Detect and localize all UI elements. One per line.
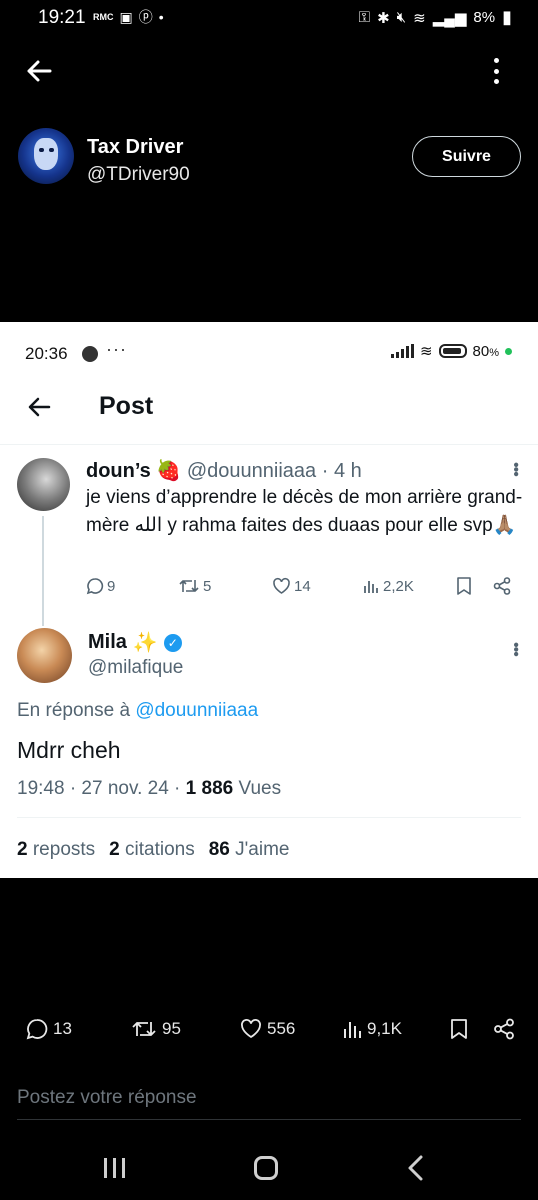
verified-badge-icon: ✓ [163,633,182,652]
back-arrow-icon[interactable] [24,56,54,86]
status-time: 19:21 [38,7,86,28]
recent-apps-icon[interactable] [104,1158,125,1178]
follow-button[interactable]: Suivre [412,136,521,177]
avatar[interactable] [18,128,74,184]
thread-line [42,516,44,626]
system-back-icon[interactable] [406,1154,426,1187]
key-icon: ⚿ [358,9,371,26]
views-label: Vues [238,778,282,799]
rmc-icon: RMC [93,12,114,22]
page-title: Post [99,392,154,420]
retweet-action[interactable]: 5 [178,577,211,595]
battery-icon [438,344,467,358]
separator: · [321,460,329,482]
bookmark-icon[interactable] [450,1018,468,1040]
reply-action[interactable]: 13 [26,1018,72,1040]
tweet-author-handle[interactable]: @douunniiaaa [187,460,316,482]
tweet-author-name[interactable]: doun’s [86,460,151,482]
like-action[interactable]: 556 [240,1018,295,1040]
wifi-icon: ≋ [413,9,426,27]
back-arrow-icon[interactable] [26,394,52,420]
tweet-stats: 2 reposts 2 citations 86 J'aime [17,839,289,861]
embedded-screenshot: 20:36 ··· ≋ 80% Post doun’s 🍓 @douunniia… [0,322,538,878]
reply-action[interactable]: 9 [86,577,115,595]
reply-context: En réponse à @douunniiaaa [17,700,259,721]
divider [0,444,538,445]
tweet-text: Mdrr cheh [17,737,121,763]
gallery-icon: ▣ [119,9,133,25]
sparkles-icon: ✨ [132,632,158,654]
battery-icon: ▮ [502,7,512,27]
retweet-icon [179,580,199,592]
views-count: 2,2K [383,577,414,595]
tweet-header: doun’s 🍓 @douunniiaaa · 4 h [86,458,362,483]
home-icon[interactable] [254,1156,278,1180]
divider [17,1119,521,1120]
retweet-count: 5 [203,577,212,595]
quotes-stat[interactable]: 2 citations [109,839,195,861]
avatar[interactable] [17,458,70,511]
strawberry-icon: 🍓 [156,460,182,482]
profile-name[interactable]: Tax Driver [87,136,183,159]
wifi-icon: ≋ [419,343,433,360]
views-count: 9,1K [367,1019,402,1038]
inner-battery-percent: 80% [472,342,499,360]
retweet-icon [132,1022,156,1036]
tweet-author-name[interactable]: Mila ✨ ✓ [88,630,182,655]
tweet-date: 19:48 · 27 nov. 24 · [17,778,181,799]
divider [17,817,521,818]
inner-status-bar: 20:36 ··· ≋ 80% [0,322,538,382]
more-notifications-icon: ··· [106,339,127,359]
reply-count: 9 [107,577,116,595]
reply-count: 13 [53,1019,72,1038]
pinterest-icon: ⓟ [138,9,153,25]
retweet-action[interactable]: 95 [131,1018,181,1040]
views-icon [364,581,378,593]
like-count: 14 [294,577,311,595]
reply-mention-link[interactable]: @douunniiaaa [135,700,258,721]
reposts-stat[interactable]: 2 reposts [17,839,95,861]
views-action[interactable]: 2,2K [362,577,414,595]
tweet-meta: 19:48 · 27 nov. 24 · 1 886 Vues [17,778,281,800]
post-actions: 13 95 556 9,1K [0,1018,538,1046]
tweet-author-handle[interactable]: @milafique [88,657,183,679]
views-count: 1 886 [185,778,234,799]
reply-icon [86,578,104,595]
heart-icon [273,577,290,594]
system-navigation-bar [0,1148,538,1188]
inner-status-time: 20:36 [25,344,68,363]
share-icon[interactable] [492,577,512,595]
bluetooth-icon: ✱ [377,9,390,27]
messenger-icon [82,346,98,362]
avatar[interactable] [17,628,72,683]
bookmark-icon[interactable] [456,577,472,595]
more-options-icon[interactable] [488,56,504,86]
retweet-count: 95 [162,1019,181,1038]
mute-icon: 🔇︎ [396,9,407,26]
views-icon [344,1022,361,1038]
status-bar: 19:21 RMC ▣ ⓟ • ⚿ ✱ 🔇︎ ≋ ▂▄▆ 8% ▮ [0,0,538,36]
reply-input[interactable]: Postez votre réponse [17,1087,197,1109]
share-icon[interactable] [492,1018,516,1040]
notification-dot-icon: • [158,9,164,25]
tweet-actions: 9 5 14 2,2K [86,577,516,601]
tweet-time: 4 h [333,460,362,482]
views-action[interactable]: 9,1K [342,1018,402,1040]
signal-icon: ▂▄▆ [432,9,467,27]
signal-icon [390,344,414,358]
likes-stat[interactable]: 86 J'aime [209,839,290,861]
like-action[interactable]: 14 [272,577,311,595]
heart-icon [241,1019,261,1039]
profile-handle[interactable]: @TDriver90 [87,164,190,186]
more-options-icon[interactable]: ••• [506,642,524,656]
battery-percent: 8% [473,9,496,26]
tweet-text: je viens d’apprendre le décès de mon arr… [86,487,523,536]
like-count: 556 [267,1019,296,1038]
more-options-icon[interactable]: ••• [506,462,524,476]
reply-icon [26,1019,48,1040]
charging-dot-icon [505,347,512,355]
